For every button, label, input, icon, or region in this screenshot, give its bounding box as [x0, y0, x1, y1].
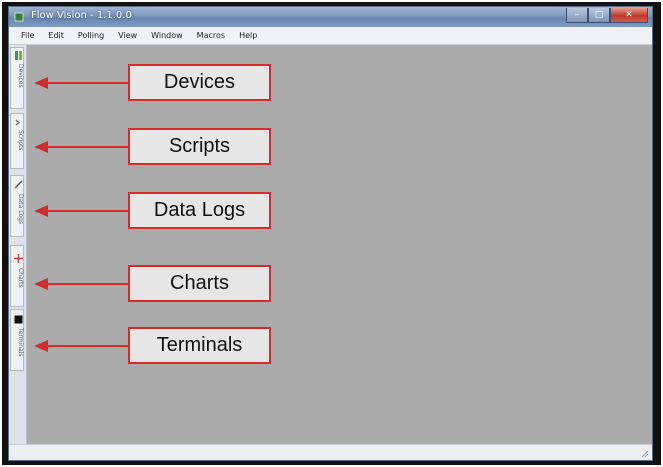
- callout-data-logs: Data Logs: [128, 192, 271, 229]
- callout-terminals: Terminals: [128, 327, 271, 364]
- callout-devices: Devices: [128, 64, 271, 101]
- callout-scripts: Scripts: [128, 128, 271, 165]
- callout-charts: Charts: [128, 265, 271, 302]
- callout-arrows: [34, 77, 128, 352]
